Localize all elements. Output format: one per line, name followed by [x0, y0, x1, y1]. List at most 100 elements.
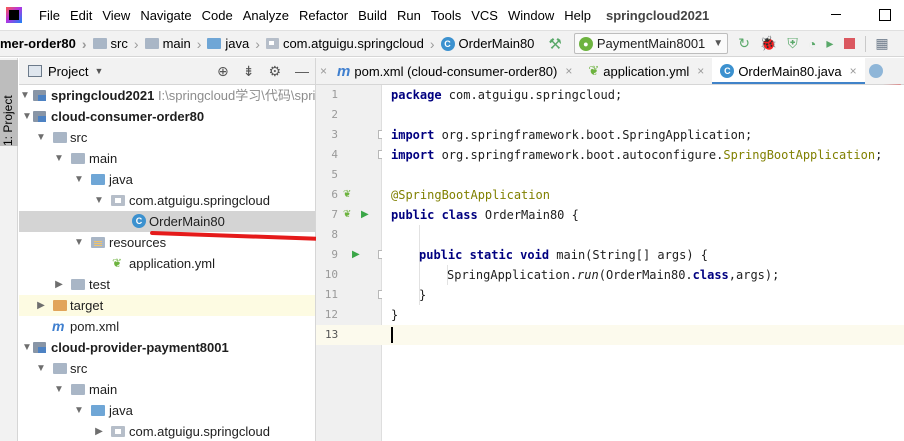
- module-icon: [33, 111, 46, 122]
- menu-bar: File Edit View Navigate Code Analyze Ref…: [0, 0, 904, 30]
- breadcrumb-package[interactable]: com.atguigu.springcloud ›: [265, 36, 441, 52]
- chevron-down-icon[interactable]: ▼: [53, 379, 65, 400]
- tree-item-java[interactable]: ▼ java: [19, 169, 315, 190]
- tree-item-target[interactable]: ▶ target: [19, 295, 315, 316]
- menu-analyze[interactable]: Analyze: [238, 8, 294, 23]
- chevron-right-icon[interactable]: ▶: [35, 295, 47, 316]
- folder-icon: [53, 363, 67, 374]
- locate-icon[interactable]: ⊕: [217, 63, 229, 80]
- tree-item-springcloud2021[interactable]: ▼ springcloud2021 I:\springcloud学习\代码\sp…: [19, 85, 315, 106]
- tree-item-label: java: [109, 403, 133, 418]
- tab-pom-xml[interactable]: × m pom.xml (cloud-consumer-order80) ×: [316, 58, 580, 84]
- chevron-down-icon[interactable]: ▼: [93, 190, 105, 211]
- chevron-down-icon[interactable]: ▼: [73, 232, 85, 253]
- chevron-down-icon[interactable]: ▼: [73, 169, 85, 190]
- menu-build[interactable]: Build: [353, 8, 392, 23]
- project-structure-icon[interactable]: ▦: [875, 35, 888, 52]
- chevron-down-icon[interactable]: ▼: [94, 66, 103, 76]
- coverage-icon[interactable]: ⛨: [787, 35, 798, 52]
- project-tool-tab-label: 1: Project: [1, 95, 15, 146]
- breadcrumb-java[interactable]: java ›: [207, 36, 266, 52]
- excluded-folder-icon: [53, 300, 67, 311]
- chevron-down-icon[interactable]: ▼: [53, 148, 65, 169]
- menu-navigate[interactable]: Navigate: [135, 8, 196, 23]
- tab-more[interactable]: [865, 58, 891, 84]
- chevron-down-icon[interactable]: ▼: [21, 337, 33, 358]
- menu-vcs[interactable]: VCS: [466, 8, 503, 23]
- close-icon[interactable]: ×: [850, 64, 857, 78]
- minimize-icon[interactable]: [826, 5, 846, 23]
- tree-item-main[interactable]: ▼ main: [19, 148, 315, 169]
- menu-tools[interactable]: Tools: [426, 8, 466, 23]
- source-folder-icon: [91, 174, 105, 185]
- rerun-icon[interactable]: ↻: [738, 35, 750, 52]
- tree-item-test[interactable]: ▶ test: [19, 274, 315, 295]
- menu-run[interactable]: Run: [392, 8, 426, 23]
- project-tool-tab[interactable]: 1: Project: [0, 60, 18, 146]
- run-gutter-icon[interactable]: ▶: [352, 249, 360, 260]
- close-icon[interactable]: ×: [697, 64, 704, 78]
- build-hammer-icon[interactable]: ⚒: [548, 35, 561, 53]
- breadcrumb-class[interactable]: C OrderMain80: [440, 36, 534, 51]
- stop-icon[interactable]: [844, 38, 856, 49]
- chevron-right-icon[interactable]: ▶: [93, 421, 105, 441]
- class-icon: [868, 64, 883, 78]
- breadcrumb-module[interactable]: mer-order80 ›: [0, 36, 93, 52]
- profile-icon[interactable]: ◔: [808, 36, 816, 52]
- menu-file[interactable]: File: [34, 8, 65, 23]
- menu-window[interactable]: Window: [503, 8, 559, 23]
- menu-edit[interactable]: Edit: [65, 8, 97, 23]
- tree-item-pom-xml[interactable]: m pom.xml: [19, 316, 315, 337]
- run-configuration-select[interactable]: ● PaymentMain8001 ▼: [573, 33, 729, 54]
- package-icon: [265, 38, 279, 49]
- code-editor[interactable]: package com.atguigu.springcloud; import …: [382, 85, 904, 441]
- tab-application-yml[interactable]: ❦ application.yml ×: [580, 58, 712, 84]
- close-icon[interactable]: ×: [565, 64, 572, 78]
- chevron-right-icon[interactable]: ▶: [53, 274, 65, 295]
- menu-help[interactable]: Help: [559, 8, 596, 23]
- tree-item-cloud-consumer-order80[interactable]: ▼ cloud-consumer-order80: [19, 106, 315, 127]
- menu-refactor[interactable]: Refactor: [294, 8, 353, 23]
- tab-ordermain80-java[interactable]: C OrderMain80.java ×: [712, 58, 866, 84]
- tree-item-package[interactable]: ▶ com.atguigu.springcloud: [19, 421, 315, 441]
- collapse-all-icon[interactable]: ⇟: [243, 63, 255, 80]
- intellij-logo-icon: [6, 7, 22, 23]
- debug-icon[interactable]: 🐞: [760, 35, 777, 52]
- tree-item-src[interactable]: ▼ src: [19, 358, 315, 379]
- toolbar-divider: [865, 35, 867, 52]
- spring-bean-icon[interactable]: ❦: [343, 189, 351, 200]
- chevron-down-icon[interactable]: ▼: [73, 400, 85, 421]
- gear-icon[interactable]: ⚙: [268, 63, 281, 80]
- tool-window-stripe: 1: Project: [0, 58, 18, 441]
- chevron-down-icon[interactable]: ▼: [19, 85, 31, 106]
- tree-item-label: java: [109, 172, 133, 187]
- chevron-down-icon[interactable]: ▼: [35, 358, 47, 379]
- line-number: 4: [331, 148, 338, 161]
- tree-item-package[interactable]: ▼ com.atguigu.springcloud: [19, 190, 315, 211]
- tree-item-main[interactable]: ▼ main: [19, 379, 315, 400]
- project-view-title[interactable]: Project: [48, 64, 88, 79]
- close-icon[interactable]: ×: [320, 64, 327, 78]
- line-number: 10: [324, 268, 338, 281]
- folder-icon: [71, 384, 85, 395]
- tree-item-java[interactable]: ▼ java: [19, 400, 315, 421]
- chevron-down-icon[interactable]: ▼: [35, 127, 47, 148]
- run-with-icon[interactable]: ▸: [826, 35, 833, 52]
- menu-view[interactable]: View: [97, 8, 135, 23]
- chevron-down-icon[interactable]: ▼: [21, 106, 33, 127]
- tree-item-cloud-provider-payment8001[interactable]: ▼ cloud-provider-payment8001: [19, 337, 315, 358]
- menu-code[interactable]: Code: [197, 8, 238, 23]
- run-gutter-icon[interactable]: ▶: [361, 209, 369, 220]
- text-caret: [391, 327, 393, 343]
- maximize-icon[interactable]: [874, 5, 894, 23]
- chevron-down-icon: ▼: [713, 38, 724, 49]
- hide-icon[interactable]: —: [295, 63, 309, 80]
- breadcrumb-main[interactable]: main ›: [144, 36, 208, 52]
- tree-item-src[interactable]: ▼ src: [19, 127, 315, 148]
- tree-item-ordermain80[interactable]: C OrderMain80: [19, 211, 315, 232]
- tree-item-application-yml[interactable]: ❦ application.yml: [19, 253, 315, 274]
- spring-bean-icon[interactable]: ❦: [343, 209, 351, 220]
- source-folder-icon: [91, 405, 105, 416]
- tree-item-label: cloud-provider-payment8001: [51, 340, 229, 355]
- breadcrumb-src[interactable]: src ›: [92, 36, 145, 52]
